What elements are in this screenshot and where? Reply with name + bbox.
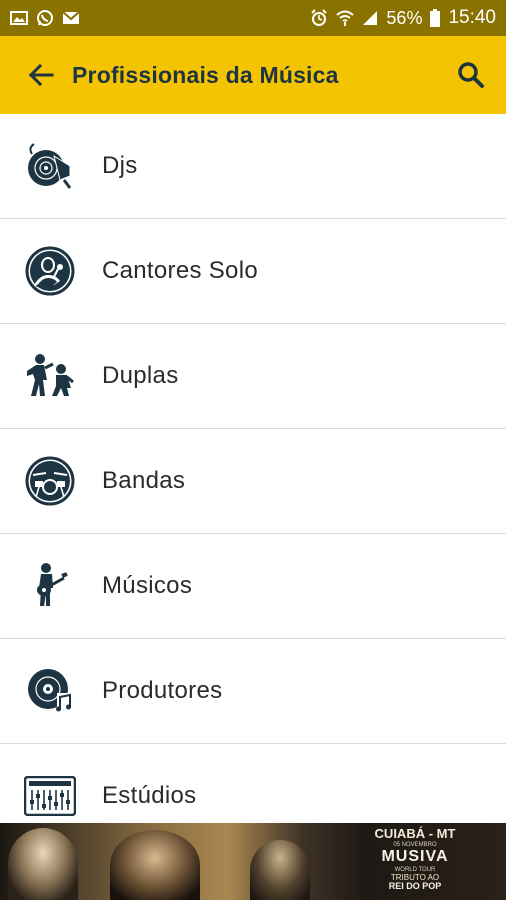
search-button[interactable] xyxy=(436,36,506,114)
list-item-label: Bandas xyxy=(102,467,186,494)
list-item-cantores-solo[interactable]: Cantores Solo xyxy=(0,219,506,324)
status-bar: 56% 15:40 xyxy=(0,0,506,36)
list-item-duplas[interactable]: Duplas xyxy=(0,324,506,429)
ad-banner[interactable]: CUIABÁ - MT 05 NOVEMBRO MUSIVA WORLD TOU… xyxy=(0,823,506,900)
email-icon xyxy=(62,11,80,24)
signal-icon xyxy=(363,11,378,25)
category-list: Djs Cantores Solo Duplas Bandas Músicos … xyxy=(0,114,506,849)
whatsapp-icon xyxy=(37,10,53,26)
list-item-label: Djs xyxy=(102,152,138,179)
list-item-label: Estúdios xyxy=(102,782,197,809)
status-system: 56% 15:40 xyxy=(310,7,496,29)
status-time: 15:40 xyxy=(448,7,496,28)
ad-figure-center xyxy=(110,830,200,900)
page-title: Profissionais da Música xyxy=(72,61,339,88)
list-item-label: Cantores Solo xyxy=(102,257,258,284)
singer-icon xyxy=(0,219,102,324)
dj-turntable-icon xyxy=(0,114,102,219)
list-item-produtores[interactable]: Produtores xyxy=(0,639,506,744)
ad-city: CUIABÁ - MT xyxy=(374,826,456,841)
guitarist-icon xyxy=(0,534,102,639)
ad-brand: MUSIVA xyxy=(381,848,449,865)
list-item-bandas[interactable]: Bandas xyxy=(0,429,506,534)
ad-rei: REI DO POP xyxy=(388,881,442,891)
search-icon xyxy=(458,62,484,88)
duo-icon xyxy=(0,324,102,429)
wifi-icon xyxy=(336,10,355,26)
ad-text-block: CUIABÁ - MT 05 NOVEMBRO MUSIVA WORLD TOU… xyxy=(360,827,470,891)
status-notifications xyxy=(10,9,80,27)
drum-kit-icon xyxy=(0,429,102,534)
alarm-icon xyxy=(311,9,328,26)
list-item-label: Duplas xyxy=(102,362,179,389)
list-item-djs[interactable]: Djs xyxy=(0,114,506,219)
list-item-label: Produtores xyxy=(102,677,223,704)
list-item-musicos[interactable]: Músicos xyxy=(0,534,506,639)
image-icon xyxy=(10,11,28,25)
battery-icon xyxy=(430,9,441,27)
list-item-label: Músicos xyxy=(102,572,193,599)
app-bar: Profissionais da Música xyxy=(0,36,506,114)
ad-figure-right xyxy=(250,840,310,900)
ad-figure-left xyxy=(8,828,78,900)
battery-percent: 56% xyxy=(386,7,423,28)
record-producer-icon xyxy=(0,639,102,744)
